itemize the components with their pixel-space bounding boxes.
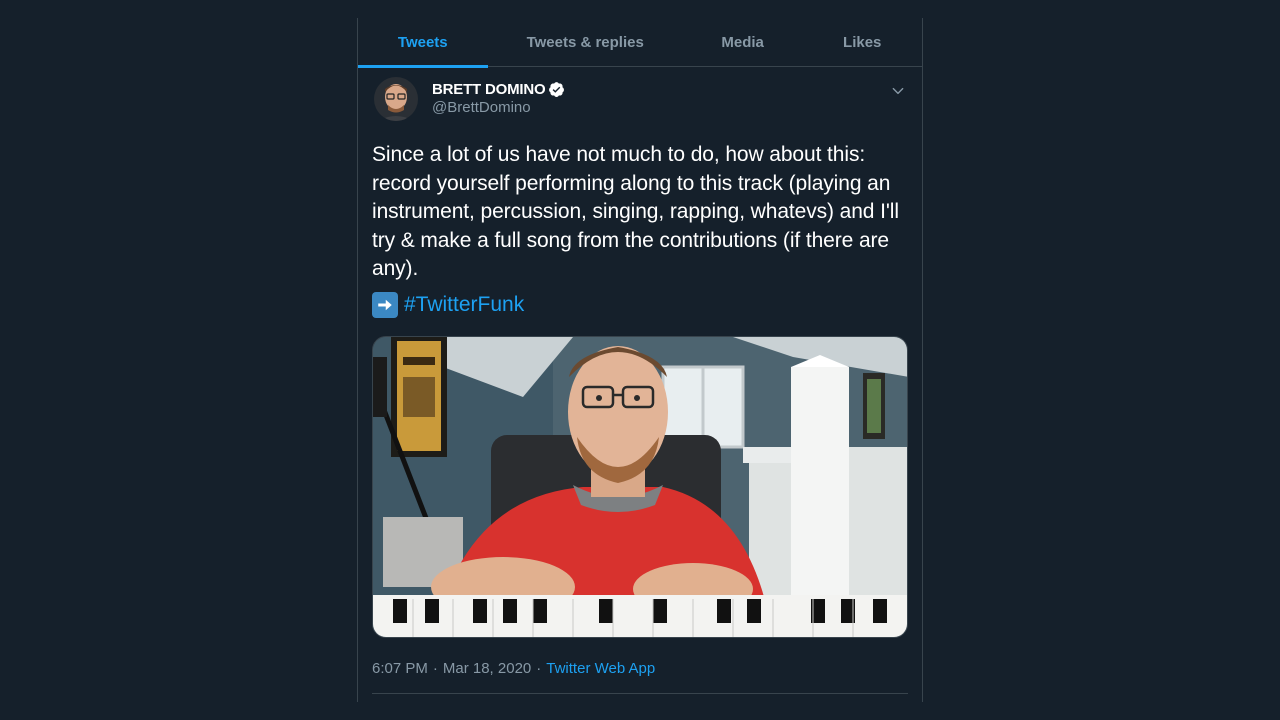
tweet-header: BRETT DOMINO @BrettDomino <box>372 77 908 135</box>
chevron-down-icon[interactable] <box>888 81 908 101</box>
right-arrow-emoji-icon <box>372 291 398 318</box>
display-name[interactable]: BRETT DOMINO <box>432 81 546 98</box>
tab-label: Media <box>721 34 764 51</box>
tweet-source-link[interactable]: Twitter Web App <box>546 660 655 677</box>
tweet-text: Since a lot of us have not much to do, h… <box>372 143 899 280</box>
verified-badge-icon <box>548 81 565 98</box>
tweet[interactable]: BRETT DOMINO @BrettDomino Since a lot of… <box>358 67 922 694</box>
tweet-author[interactable]: BRETT DOMINO @BrettDomino <box>432 77 565 116</box>
tab-tweets[interactable]: Tweets <box>358 18 488 68</box>
divider <box>372 692 908 694</box>
tweet-meta: 6:07 PM · Mar 18, 2020 · Twitter Web App <box>372 658 908 680</box>
avatar[interactable] <box>374 77 418 121</box>
tab-label: Tweets & replies <box>526 34 644 51</box>
hashtag-line: #TwitterFunk <box>372 291 908 319</box>
profile-timeline: Tweets Tweets & replies Media Likes BRET… <box>357 18 923 702</box>
tweet-media-video[interactable] <box>372 335 908 638</box>
tab-media[interactable]: Media <box>683 18 803 67</box>
tab-label: Tweets <box>397 34 448 51</box>
tab-label: Likes <box>843 34 882 51</box>
tweet-time[interactable]: 6:07 PM <box>372 660 428 677</box>
hashtag-link[interactable]: #TwitterFunk <box>404 291 524 319</box>
tab-likes[interactable]: Likes <box>802 18 922 67</box>
profile-tabs: Tweets Tweets & replies Media Likes <box>358 18 922 68</box>
tab-tweets-and-replies[interactable]: Tweets & replies <box>488 18 683 67</box>
tweet-date[interactable]: Mar 18, 2020 <box>443 660 531 677</box>
separator: · <box>432 660 438 677</box>
separator: · <box>536 660 542 677</box>
user-handle[interactable]: @BrettDomino <box>432 99 565 116</box>
